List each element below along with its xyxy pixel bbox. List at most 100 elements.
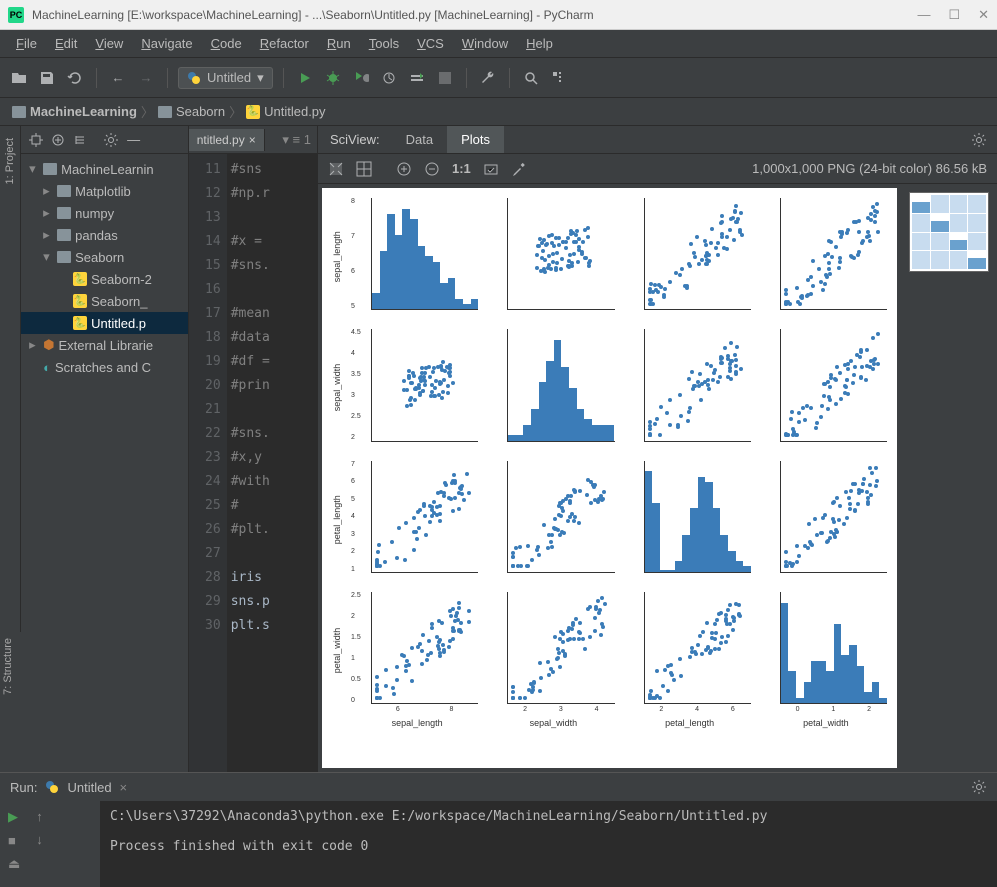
wrench-icon[interactable] xyxy=(477,67,499,89)
main-toolbar: ← → Untitled ▾ xyxy=(0,58,997,98)
zoom-out-icon[interactable] xyxy=(424,161,440,177)
window-title: MachineLearning [E:\workspace\MachineLea… xyxy=(32,8,917,22)
gear-icon[interactable] xyxy=(971,779,987,795)
tab-plots[interactable]: Plots xyxy=(447,126,504,153)
tree-label: Untitled.p xyxy=(91,316,146,331)
maximize-button[interactable]: ☐ xyxy=(948,7,960,23)
tree-label: MachineLearnin xyxy=(61,162,154,177)
project-tab[interactable]: 1: Project xyxy=(2,130,18,192)
plot-canvas[interactable]: sepal_length8765sepal_width4.543.532.52p… xyxy=(322,188,897,768)
folder-icon xyxy=(43,163,57,175)
open-icon[interactable] xyxy=(8,67,30,89)
editor-more-icon[interactable]: ▾ ≡ 1 xyxy=(276,132,317,148)
plot-cell xyxy=(624,324,756,451)
folder-icon xyxy=(57,251,71,263)
console-output[interactable]: C:\Users\37292\Anaconda3\python.exe E:/w… xyxy=(100,801,997,887)
menu-view[interactable]: View xyxy=(87,34,131,53)
down-icon[interactable]: ↓ xyxy=(36,832,43,847)
menu-run[interactable]: Run xyxy=(319,34,359,53)
close-run-tab-icon[interactable]: × xyxy=(120,780,128,795)
gear-icon[interactable] xyxy=(103,132,119,148)
tree-node[interactable]: ▾MachineLearnin xyxy=(21,158,188,180)
run-config-selector[interactable]: Untitled ▾ xyxy=(178,67,273,89)
python-icon xyxy=(187,71,201,85)
stop-button[interactable]: ■ xyxy=(8,833,20,848)
tree-node[interactable]: ▸numpy xyxy=(21,202,188,224)
refresh-icon[interactable] xyxy=(64,67,86,89)
export-icon[interactable] xyxy=(483,161,499,177)
structure-tab[interactable]: 7: Structure xyxy=(0,632,16,701)
breadcrumb-item[interactable]: Seaborn xyxy=(158,104,225,119)
expand-all-icon[interactable] xyxy=(51,133,65,147)
run-side-toolbar: ▶ ■ ⏏ ↑ ↓ xyxy=(0,801,100,887)
zoom-actual-label[interactable]: 1:1 xyxy=(452,161,471,176)
gear-icon[interactable] xyxy=(971,132,987,148)
python-icon xyxy=(45,780,59,794)
project-toolbar: — xyxy=(21,126,188,154)
menu-edit[interactable]: Edit xyxy=(47,34,85,53)
save-icon[interactable] xyxy=(36,67,58,89)
breadcrumb-item[interactable]: MachineLearning xyxy=(12,104,137,119)
plot-cell: 246 xyxy=(624,587,756,714)
debug-button[interactable] xyxy=(322,67,344,89)
up-icon[interactable]: ↑ xyxy=(36,809,43,824)
image-info: 1,000x1,000 PNG (24-bit color) 86.56 kB xyxy=(752,161,987,176)
code-area[interactable]: #sns #np.r #x = #sns. #mean #data #df = … xyxy=(227,154,317,772)
hide-icon[interactable]: — xyxy=(127,132,140,147)
tree-node[interactable]: 🐍Seaborn-2 xyxy=(21,268,188,290)
tree-node[interactable]: ▾Seaborn xyxy=(21,246,188,268)
project-tree[interactable]: ▾MachineLearnin▸Matplotlib▸numpy▸pandas▾… xyxy=(21,154,188,382)
tree-node[interactable]: ▸Matplotlib xyxy=(21,180,188,202)
tree-label: Seaborn_ xyxy=(91,294,147,309)
rerun-button[interactable]: ▶ xyxy=(8,809,20,825)
stop-button[interactable] xyxy=(434,67,456,89)
breadcrumb-label: MachineLearning xyxy=(30,104,137,119)
menu-tools[interactable]: Tools xyxy=(361,34,407,53)
tree-node[interactable]: 🐍Untitled.p xyxy=(21,312,188,334)
run-coverage-icon[interactable] xyxy=(350,67,372,89)
tree-node[interactable]: ◐Scratches and C xyxy=(21,356,188,378)
forward-icon[interactable]: → xyxy=(135,67,157,89)
exit-button[interactable]: ⏏ xyxy=(8,856,20,872)
back-icon[interactable]: ← xyxy=(107,67,129,89)
plot-cell xyxy=(487,324,619,451)
sciview-toolbar: 1:1 1,000x1,000 PNG (24-bit color) 86.56… xyxy=(318,154,997,184)
close-button[interactable]: ✕ xyxy=(978,7,989,23)
y-axis-label: petal_length xyxy=(327,456,347,583)
target-icon[interactable] xyxy=(29,133,43,147)
grid-icon[interactable] xyxy=(356,161,372,177)
zoom-in-icon[interactable] xyxy=(396,161,412,177)
tree-node[interactable]: ▸⬢External Librarie xyxy=(21,334,188,356)
collapse-all-icon[interactable] xyxy=(73,133,87,147)
line-number-gutter: 1112131415161718192021222324252627282930 xyxy=(189,154,227,772)
menu-vcs[interactable]: VCS xyxy=(409,34,452,53)
search-icon[interactable] xyxy=(520,67,542,89)
y-axis-label: petal_width xyxy=(327,587,347,714)
editor-tab[interactable]: ntitled.py × xyxy=(189,129,265,151)
tree-node[interactable]: ▸pandas xyxy=(21,224,188,246)
editor: ntitled.py × ▾ ≡ 1 111213141516171819202… xyxy=(189,126,318,772)
structure-icon[interactable] xyxy=(548,67,570,89)
tree-node[interactable]: 🐍 Seaborn_ xyxy=(21,290,188,312)
run-config-name: Untitled xyxy=(207,70,251,85)
color-picker-icon[interactable] xyxy=(511,161,527,177)
close-tab-icon[interactable]: × xyxy=(249,133,256,147)
attach-icon[interactable] xyxy=(406,67,428,89)
python-icon: 🐍 xyxy=(73,294,87,308)
profile-icon[interactable] xyxy=(378,67,400,89)
menu-refactor[interactable]: Refactor xyxy=(252,34,317,53)
menu-navigate[interactable]: Navigate xyxy=(133,34,200,53)
minimize-button[interactable]: — xyxy=(917,7,930,23)
breadcrumb-item[interactable]: 🐍Untitled.py xyxy=(246,104,325,119)
titlebar: PC MachineLearning [E:\workspace\Machine… xyxy=(0,0,997,30)
plot-thumbnail[interactable] xyxy=(909,192,989,272)
x-axis-label: sepal_length xyxy=(351,718,483,743)
menu-code[interactable]: Code xyxy=(203,34,250,53)
menu-window[interactable]: Window xyxy=(454,34,516,53)
plot-cell: 234 xyxy=(487,587,619,714)
fit-icon[interactable] xyxy=(328,161,344,177)
menu-file[interactable]: File xyxy=(8,34,45,53)
tab-data[interactable]: Data xyxy=(392,126,447,153)
run-button[interactable] xyxy=(294,67,316,89)
menu-help[interactable]: Help xyxy=(518,34,561,53)
